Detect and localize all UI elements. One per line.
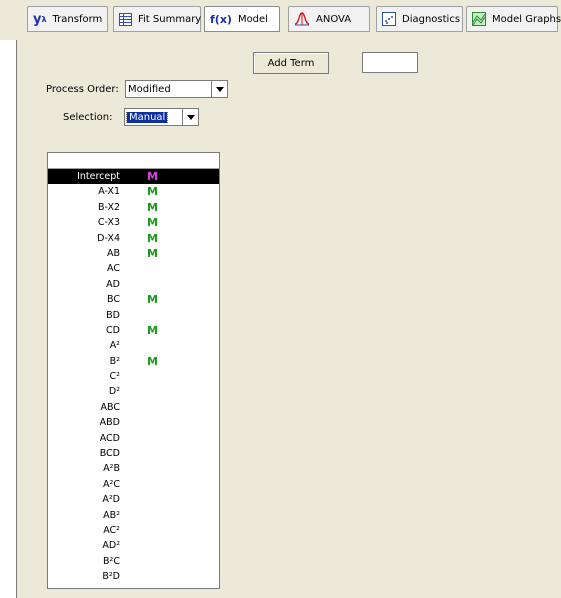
term-name: AB² — [103, 509, 120, 521]
term-row[interactable]: BD — [48, 308, 219, 323]
term-name: ABC — [100, 401, 120, 413]
tab-label: Model Graphs — [492, 13, 561, 25]
term-row[interactable]: A²B — [48, 461, 219, 476]
term-row[interactable]: AD² — [48, 538, 219, 553]
term-row[interactable]: A²D — [48, 492, 219, 507]
term-row[interactable]: ABD — [48, 415, 219, 430]
tab-anova[interactable]: ANOVA — [288, 6, 370, 32]
scatter-icon — [382, 12, 396, 26]
tab-diagnostics[interactable]: Diagnostics — [376, 6, 463, 32]
term-name: BC — [107, 294, 120, 306]
process-order-value: Modified — [128, 83, 171, 95]
term-name: AC² — [103, 524, 120, 536]
term-row[interactable]: A²C — [48, 477, 219, 492]
term-row[interactable]: AC — [48, 261, 219, 276]
selection-value: Manual — [125, 111, 169, 123]
term-row[interactable]: C² — [48, 369, 219, 384]
list-header — [48, 153, 219, 169]
term-row[interactable]: D² — [48, 384, 219, 399]
term-name: B² — [109, 355, 120, 367]
model-term-marker-icon[interactable]: M — [147, 292, 158, 307]
term-row[interactable]: B²C — [48, 554, 219, 569]
term-name: BCD — [99, 448, 120, 460]
term-name: D² — [108, 386, 120, 398]
model-term-marker-icon[interactable]: M — [147, 354, 158, 369]
term-name: B-X2 — [97, 201, 120, 213]
tab-label: Transform — [52, 13, 103, 25]
model-term-marker-icon[interactable]: M — [147, 246, 158, 261]
term-row[interactable]: BC M — [48, 292, 219, 307]
term-row[interactable]: BCD — [48, 446, 219, 461]
term-name: B²C — [103, 555, 120, 567]
table-icon — [119, 12, 132, 26]
term-row[interactable]: B² M — [48, 354, 219, 369]
tab-transform[interactable]: yλ Transform — [27, 6, 108, 32]
term-name: B²D — [102, 571, 120, 583]
term-name: C-X3 — [97, 217, 120, 229]
term-name: ACD — [99, 432, 120, 444]
model-term-marker-icon[interactable]: M — [147, 231, 158, 246]
tab-label: Fit Summary — [138, 13, 202, 25]
tab-label: Diagnostics — [402, 13, 461, 25]
model-term-marker-icon[interactable]: M — [147, 200, 158, 215]
term-name: C² — [109, 371, 120, 383]
term-name: A²D — [102, 494, 120, 506]
y-lambda-icon: yλ — [33, 11, 47, 27]
term-row[interactable]: A² — [48, 338, 219, 353]
term-row[interactable]: B²D — [48, 569, 219, 584]
tab-model[interactable]: f(x) Model — [204, 6, 280, 32]
model-term-marker-icon[interactable]: M — [147, 323, 158, 338]
selection-dropdown[interactable]: Manual — [124, 108, 199, 126]
term-row[interactable]: D-X4 M — [48, 231, 219, 246]
tab-label: Model — [237, 13, 268, 25]
term-name: A²B — [103, 463, 120, 475]
tab-label: ANOVA — [316, 13, 352, 25]
surface-graph-icon — [472, 12, 486, 26]
chevron-down-icon[interactable] — [182, 109, 198, 125]
term-input[interactable] — [362, 52, 418, 73]
term-name: AC — [107, 263, 120, 275]
term-row[interactable]: Intercept M — [48, 169, 219, 185]
term-rows: Intercept M A-X1 M B-X2 M C-X3 M D-X4 M AB M AC AD BC M… — [48, 169, 219, 585]
term-row[interactable]: AB M — [48, 246, 219, 261]
tab-fit-summary[interactable]: Fit Summary — [113, 6, 201, 32]
fx-icon: f(x) — [210, 12, 232, 26]
add-term-button[interactable]: Add Term — [253, 52, 329, 74]
tab-model-graphs[interactable]: Model Graphs — [466, 6, 561, 32]
term-row[interactable]: ACD — [48, 431, 219, 446]
term-name: AB — [106, 247, 120, 259]
term-row[interactable]: C-X3 M — [48, 215, 219, 230]
model-panel: Add Term Process Order: Modified Selecti… — [16, 40, 561, 598]
selection-label: Selection: — [63, 112, 113, 123]
process-order-label: Process Order: — [46, 84, 119, 95]
term-name: A-X1 — [98, 186, 120, 198]
term-name: AD — [106, 278, 120, 290]
term-row[interactable]: ABC — [48, 400, 219, 415]
term-row[interactable]: AC² — [48, 523, 219, 538]
term-name: Intercept — [77, 171, 120, 182]
term-name: BD — [106, 309, 120, 321]
term-name: ABD — [99, 417, 120, 429]
process-order-dropdown[interactable]: Modified — [125, 80, 228, 98]
term-row[interactable]: B-X2 M — [48, 200, 219, 215]
model-term-marker-icon[interactable]: M — [147, 169, 158, 184]
model-terms-list: Intercept M A-X1 M B-X2 M C-X3 M D-X4 M AB M AC AD BC M… — [47, 152, 220, 589]
tab-bar: yλ Transform Fit Summary f(x) Model ANOV… — [0, 0, 561, 40]
term-name: A² — [109, 340, 120, 352]
model-term-marker-icon[interactable]: M — [147, 184, 158, 199]
model-term-marker-icon[interactable]: M — [147, 215, 158, 230]
term-row[interactable]: CD M — [48, 323, 219, 338]
chevron-down-icon[interactable] — [211, 81, 227, 97]
anova-curve-icon — [294, 11, 310, 27]
term-name: AD² — [102, 540, 120, 552]
term-row[interactable]: AD — [48, 277, 219, 292]
term-row[interactable]: AB² — [48, 508, 219, 523]
term-name: A²C — [103, 478, 120, 490]
term-name: D-X4 — [97, 232, 120, 244]
term-name: CD — [106, 324, 120, 336]
term-row[interactable]: A-X1 M — [48, 184, 219, 199]
